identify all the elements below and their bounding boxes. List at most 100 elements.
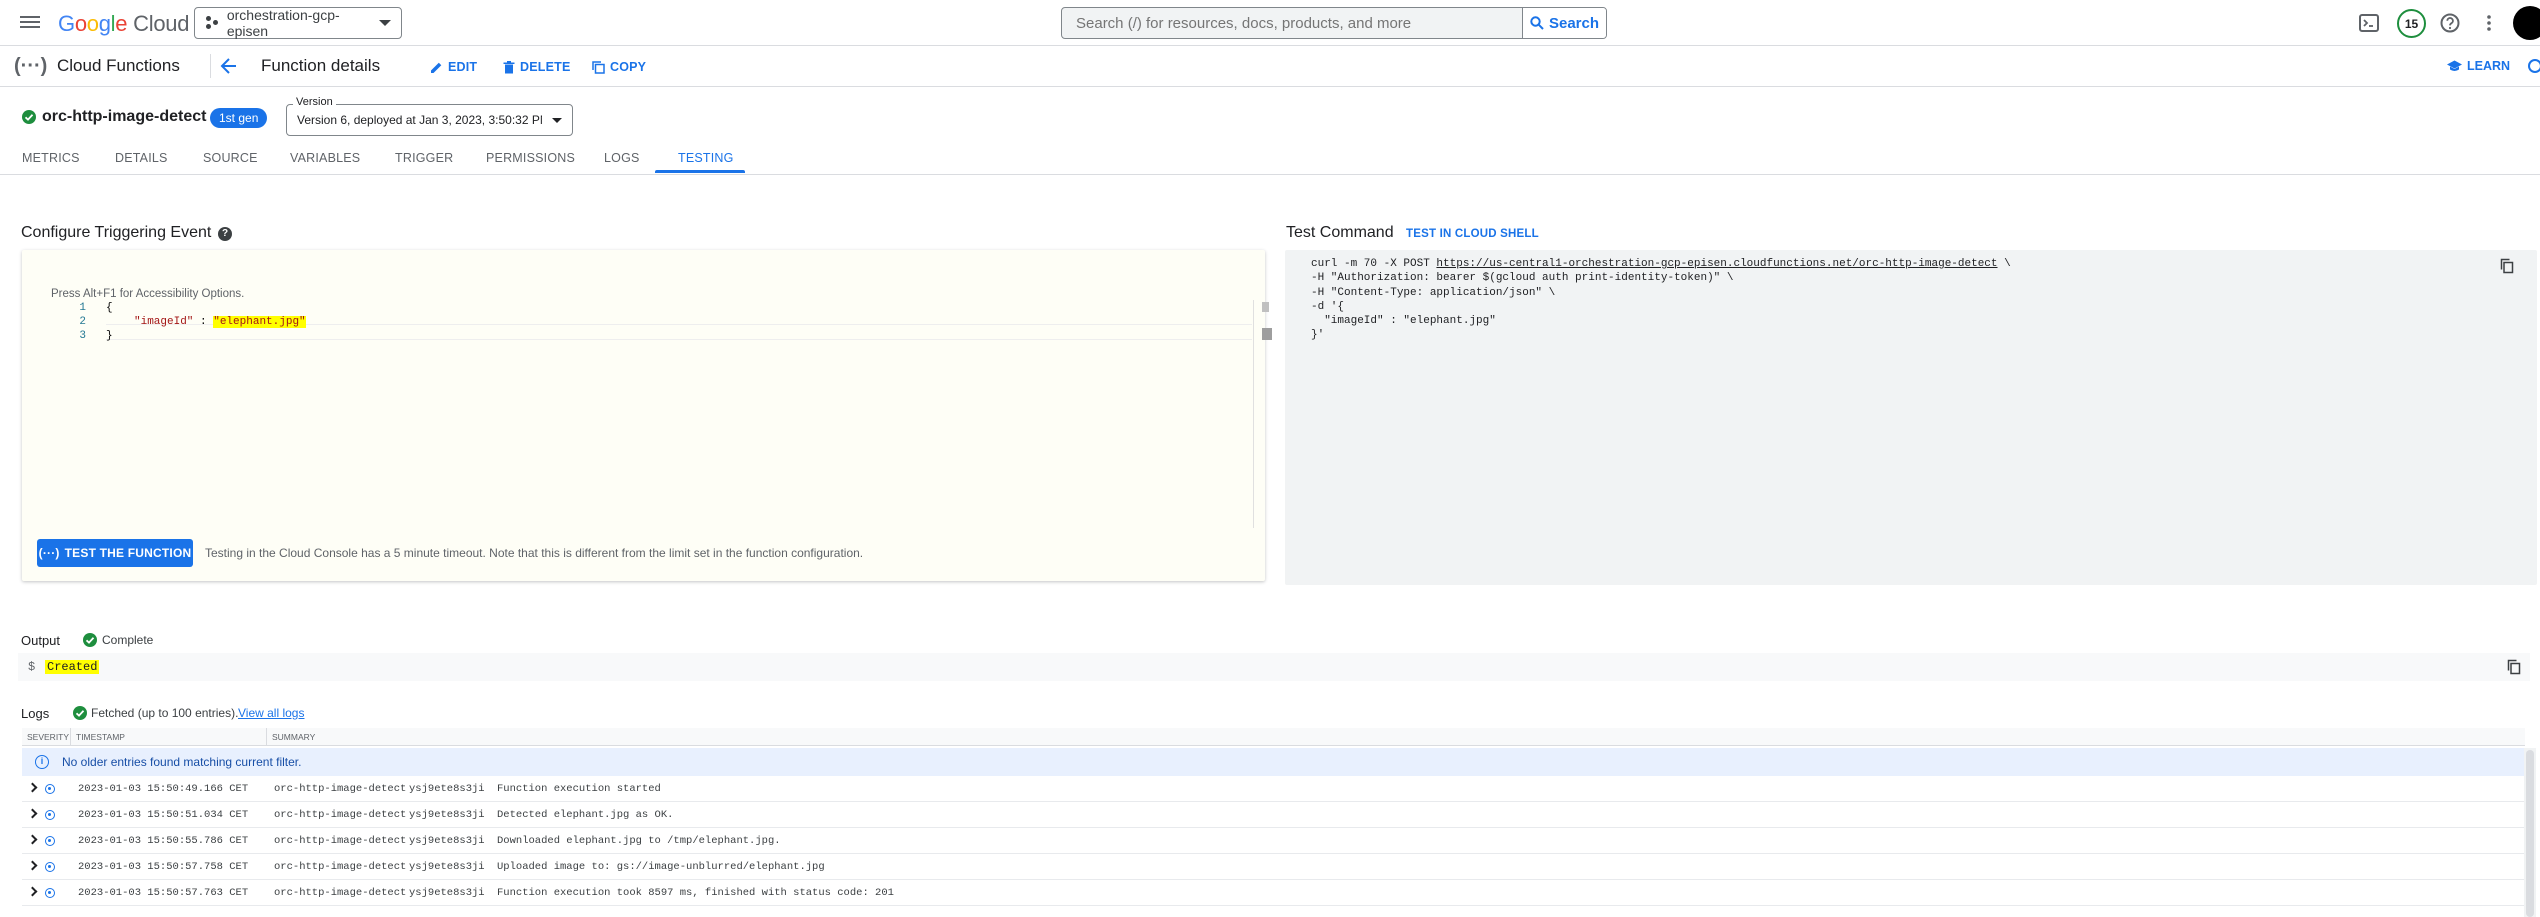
logs-table-header (22, 728, 2525, 746)
log-timestamp: 2023-01-03 15:50:49.166 CET (78, 783, 249, 795)
project-name: orchestration-gcp-episen (226, 7, 340, 39)
header-divider (210, 54, 211, 78)
function-name: orc-http-image-detect (42, 108, 207, 125)
tab-metrics[interactable]: METRICS (20, 141, 82, 175)
menu-icon[interactable] (20, 13, 40, 31)
search-input[interactable] (1062, 8, 1522, 38)
log-message: Downloaded elephant.jpg to /tmp/elephant… (497, 835, 781, 847)
delete-icon (503, 60, 515, 73)
log-function[interactable]: orc-http-image-detect (274, 809, 406, 821)
function-url[interactable]: https://us-central1-orchestration-gcp-ep… (1436, 258, 1997, 270)
log-function[interactable]: orc-http-image-detect (274, 783, 406, 795)
copy-button[interactable]: COPY (592, 59, 646, 75)
logs-scrollbar-thumb[interactable] (2526, 750, 2534, 917)
avatar[interactable] (2513, 6, 2540, 40)
table-row[interactable]: 2023-01-03 15:50:57.758 CET orc-http-ima… (22, 854, 2525, 880)
top-bar: Google Cloud orchestration-gcp-episen Sea… (0, 0, 2540, 46)
chevron-right-icon[interactable] (27, 860, 38, 871)
back-arrow-icon[interactable] (219, 56, 239, 76)
output-status: Complete (102, 633, 154, 647)
edit-label: EDIT (448, 60, 478, 74)
json-value: "elephant.jpg" (213, 316, 306, 328)
output-box: $ Created (18, 653, 2530, 681)
table-row[interactable]: 2023-01-03 15:50:57.763 CET orc-http-ima… (22, 880, 2525, 906)
delete-button[interactable]: DELETE (503, 59, 571, 75)
school-icon (2447, 60, 2462, 71)
log-function[interactable]: orc-http-image-detect (274, 887, 406, 899)
column-header-severity[interactable]: SEVERITY (27, 728, 69, 746)
log-function[interactable]: orc-http-image-detect (274, 861, 406, 873)
edit-button[interactable]: EDIT (430, 59, 477, 75)
overview-ruler-mark (1262, 328, 1272, 340)
severity-info-icon (45, 810, 55, 820)
notifications-badge[interactable]: 15 (2397, 9, 2426, 38)
log-execution-id[interactable]: ysj9ete8s3ji (409, 861, 485, 873)
more-icon[interactable] (2478, 12, 2500, 34)
tab-trigger[interactable]: TRIGGER (393, 141, 455, 175)
log-execution-id[interactable]: ysj9ete8s3ji (409, 887, 485, 899)
view-all-logs-link[interactable]: View all logs (238, 706, 304, 720)
check-circle-icon (73, 706, 87, 720)
copy-icon[interactable] (2506, 659, 2522, 675)
logo-letter: o (86, 11, 99, 36)
logo-product: Cloud (133, 11, 190, 36)
timeout-note: Testing in the Cloud Console has a 5 min… (205, 546, 864, 560)
test-in-cloud-shell-link[interactable]: TEST IN CLOUD SHELL (1406, 228, 1539, 240)
check-circle-icon (22, 110, 36, 124)
search-icon[interactable] (2528, 59, 2540, 73)
version-select[interactable]: Version Version 6, deployed at Jan 3, 20… (286, 96, 573, 136)
column-header-timestamp[interactable]: TIMESTAMP (76, 728, 125, 746)
log-message: Function execution started (497, 783, 661, 795)
search-button[interactable]: Search (1522, 8, 1606, 38)
terminal-icon[interactable] (2358, 12, 2380, 34)
tab-source[interactable]: SOURCE (201, 141, 260, 175)
help-icon[interactable]: ? (218, 227, 232, 241)
column-header-summary[interactable]: SUMMARY (272, 728, 315, 746)
logs-status: Fetched (up to 100 entries). (91, 706, 239, 720)
copy-icon[interactable] (2499, 258, 2515, 274)
tab-details[interactable]: DETAILS (113, 141, 170, 175)
log-timestamp: 2023-01-03 15:50:57.758 CET (78, 861, 249, 873)
copy-icon (592, 60, 605, 74)
line-number: 3 (79, 330, 86, 342)
log-execution-id[interactable]: ysj9ete8s3ji (409, 783, 485, 795)
delete-label: DELETE (520, 60, 571, 74)
cmd-line6: }' (1311, 329, 1325, 342)
chevron-right-icon[interactable] (27, 886, 38, 897)
cloud-functions-icon: (···) (14, 55, 48, 77)
tab-bar: METRICS DETAILS SOURCE VARIABLES TRIGGER… (0, 141, 2540, 175)
chevron-right-icon[interactable] (27, 834, 38, 845)
log-execution-id[interactable]: ysj9ete8s3ji (409, 835, 485, 847)
search-bar: Search (1061, 7, 1607, 39)
chevron-down-icon (552, 117, 562, 123)
test-command-card: curl -m 70 -X POST https://us-central1-o… (1285, 250, 2537, 585)
severity-info-icon (45, 862, 55, 872)
json-editor[interactable]: 1 2 3 { "imageId" : "elephant.jpg" } (50, 300, 1272, 528)
table-row[interactable]: 2023-01-03 15:50:55.786 CET orc-http-ima… (22, 828, 2525, 854)
logs-label: Logs (21, 706, 50, 721)
json-key: "imageId" (134, 316, 194, 328)
code-close-brace: } (106, 330, 113, 342)
generation-badge: 1st gen (210, 108, 268, 128)
table-row[interactable]: 2023-01-03 15:50:51.034 CET orc-http-ima… (22, 802, 2525, 828)
log-function[interactable]: orc-http-image-detect (274, 835, 406, 847)
chevron-right-icon[interactable] (27, 782, 38, 793)
copy-label: COPY (610, 60, 647, 74)
log-message: Uploaded image to: gs://image-unblurred/… (497, 861, 825, 873)
chevron-right-icon[interactable] (27, 808, 38, 819)
test-function-button[interactable]: (···) TEST THE FUNCTION (37, 539, 193, 567)
log-execution-id[interactable]: ysj9ete8s3ji (409, 809, 485, 821)
tab-logs[interactable]: LOGS (602, 141, 642, 175)
page-title: Function details (261, 56, 381, 75)
tab-variables[interactable]: VARIABLES (288, 141, 362, 175)
help-icon[interactable] (2439, 12, 2461, 34)
code-line-2: "imageId" : "elephant.jpg" (134, 316, 306, 328)
learn-button[interactable]: LEARN (2447, 59, 2510, 73)
project-picker[interactable]: orchestration-gcp-episen (194, 7, 402, 39)
google-cloud-logo[interactable]: Google Cloud (58, 11, 189, 37)
table-row[interactable]: 2023-01-03 15:50:49.166 CET orc-http-ima… (22, 776, 2525, 802)
tab-permissions[interactable]: PERMISSIONS (484, 141, 577, 175)
severity-info-icon (45, 784, 55, 794)
editor-hint: Press Alt+F1 for Accessibility Options. (51, 288, 245, 300)
curl-command[interactable]: curl -m 70 -X POST https://us-central1-o… (1311, 257, 2011, 343)
